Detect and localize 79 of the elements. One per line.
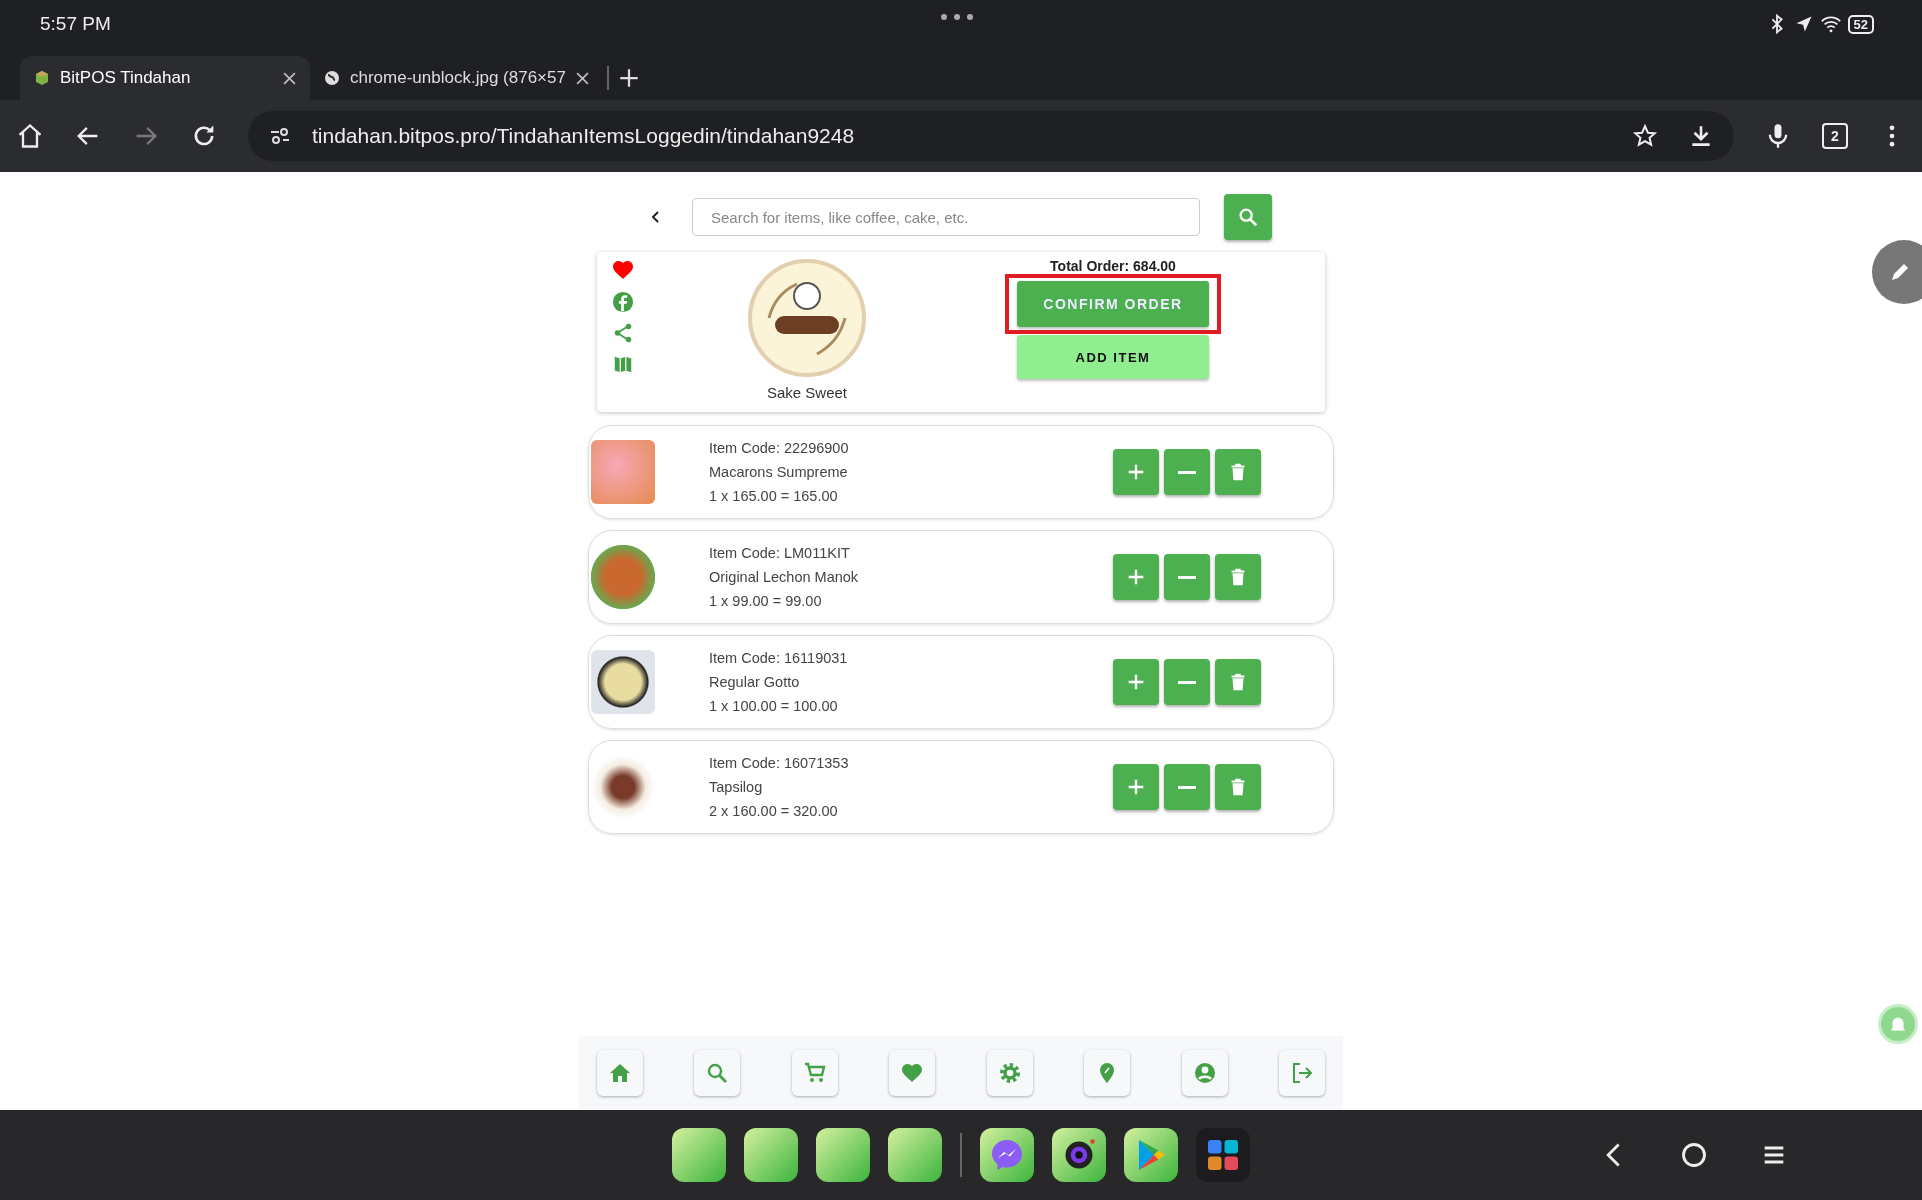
decrease-button[interactable] <box>1164 554 1210 600</box>
gear-nav-button[interactable] <box>986 1050 1033 1096</box>
search-button[interactable] <box>1224 194 1272 240</box>
home-circle-icon[interactable] <box>1680 1141 1708 1169</box>
app-icon-placeholder[interactable] <box>672 1128 726 1182</box>
increase-button[interactable] <box>1113 554 1159 600</box>
play-triangle-app-icon[interactable] <box>1124 1128 1178 1182</box>
photo-placeholder <box>591 545 655 609</box>
address-bar[interactable]: tindahan.bitpos.pro/TindahanItemsLoggedin/tindahan9248 <box>248 111 1734 161</box>
item-code: Item Code: 16119031 <box>709 650 849 666</box>
chat-app-icon[interactable] <box>980 1128 1034 1182</box>
app-icon-placeholder[interactable] <box>888 1128 942 1182</box>
minus-icon <box>1178 785 1196 789</box>
pin-nav-button[interactable] <box>1084 1050 1131 1096</box>
url-text: tindahan.bitpos.pro/TindahanItemsLoggedin/tindahan9248 <box>312 124 855 148</box>
cart-nav-button[interactable] <box>791 1050 838 1096</box>
add-item-button[interactable]: ADD ITEM <box>1017 335 1209 379</box>
photo-placeholder <box>591 440 655 504</box>
cart-icon <box>802 1061 827 1085</box>
increase-button[interactable] <box>1113 764 1159 810</box>
item-code: Item Code: 22296900 <box>709 440 850 456</box>
item-subtotal: 1 x 165.00 = 165.00 <box>709 488 839 504</box>
search-icon <box>1237 206 1259 228</box>
minus-icon <box>1178 470 1196 474</box>
chevron-left-icon[interactable] <box>650 210 662 224</box>
edit-floating-button[interactable] <box>1872 240 1922 304</box>
search-nav-button[interactable] <box>694 1050 741 1096</box>
gear-icon <box>997 1061 1022 1085</box>
status-time: 5:57 PM <box>40 13 111 35</box>
heart-nav-button[interactable] <box>889 1050 936 1096</box>
logout-nav-button[interactable] <box>1278 1050 1325 1096</box>
more-dots-icon <box>940 13 974 21</box>
delete-button[interactable] <box>1215 764 1261 810</box>
item-name: Macarons Sumpreme <box>709 464 849 480</box>
store-name: Sake Sweet <box>766 384 847 401</box>
item-code: Item Code: LM011KIT <box>709 545 851 561</box>
home-icon[interactable] <box>16 122 44 150</box>
app-grid-icon[interactable] <box>1196 1128 1250 1182</box>
increase-button[interactable] <box>1113 659 1159 705</box>
globe-icon <box>324 70 340 86</box>
item-subtotal: 1 x 99.00 = 99.00 <box>709 593 823 609</box>
box-favicon-icon <box>34 70 50 86</box>
delete-button[interactable] <box>1215 449 1261 495</box>
home-icon <box>608 1061 632 1085</box>
item-name: Original Lechon Manok <box>709 569 860 585</box>
item-name: Regular Gotto <box>709 674 801 690</box>
battery-level: 52 <box>1847 14 1874 34</box>
app-icon-placeholder[interactable] <box>744 1128 798 1182</box>
minus-icon <box>1178 575 1196 579</box>
app-icon-placeholder[interactable] <box>816 1128 870 1182</box>
facebook-icon[interactable] <box>612 291 634 313</box>
new-tab-icon[interactable] <box>618 68 639 88</box>
share-icon[interactable] <box>612 322 634 344</box>
heart-icon <box>900 1061 925 1085</box>
item-name: Tapsilog <box>709 779 764 795</box>
heart-icon[interactable] <box>611 258 635 282</box>
minus-icon <box>1178 680 1196 684</box>
star-icon[interactable] <box>1632 123 1658 149</box>
item-subtotal: 2 x 160.00 = 320.00 <box>709 803 839 819</box>
item-code: Item Code: 16071353 <box>709 755 850 771</box>
increase-button[interactable] <box>1113 449 1159 495</box>
decrease-button[interactable] <box>1164 659 1210 705</box>
tab-count-button[interactable]: 2 <box>1822 123 1848 149</box>
search-field[interactable]: Search for items, like coffee, cake, etc. <box>692 198 1200 236</box>
account-icon <box>1192 1061 1217 1085</box>
browser-tab[interactable]: BitPOS Tindahan <box>20 56 310 100</box>
delete-button[interactable] <box>1215 554 1261 600</box>
close-icon[interactable] <box>575 71 589 85</box>
item-subtotal: 1 x 100.00 = 100.00 <box>709 698 839 714</box>
order-total: Total Order: 684.00 <box>1050 258 1176 274</box>
decrease-button[interactable] <box>1164 764 1210 810</box>
account-nav-button[interactable] <box>1181 1050 1228 1096</box>
home-nav-button[interactable] <box>597 1050 643 1096</box>
browser-tab[interactable]: chrome-unblock.jpg (876×57 <box>310 56 603 100</box>
delete-button[interactable] <box>1215 659 1261 705</box>
decrease-button[interactable] <box>1164 449 1210 495</box>
photo-placeholder <box>591 650 655 714</box>
close-icon[interactable] <box>283 71 296 85</box>
camera-app-icon[interactable] <box>1052 1128 1106 1182</box>
